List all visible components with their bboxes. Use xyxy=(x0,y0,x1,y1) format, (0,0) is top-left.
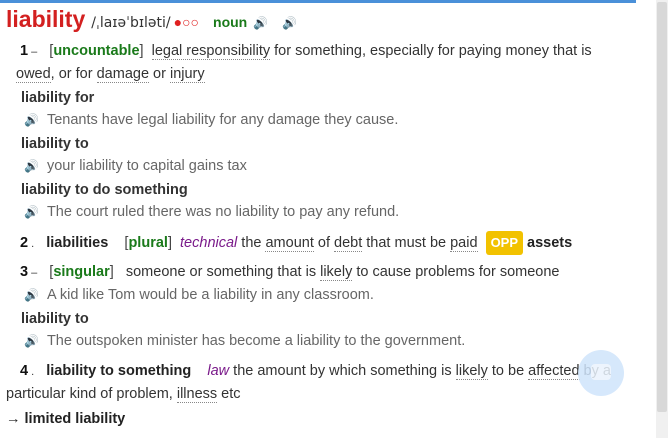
entry-content: liability /ˌlaɪəˈbɪləti/ ●○○ noun 🔊 🔊 1 … xyxy=(6,6,634,427)
scrollbar-thumb[interactable] xyxy=(657,2,667,412)
definition-link[interactable]: owed xyxy=(16,66,51,83)
grammar-label: uncountable xyxy=(53,43,140,59)
sense-4: 4 . liability to something law the amoun… xyxy=(6,360,634,405)
pronunciation: /ˌlaɪəˈbɪləti/ xyxy=(91,15,171,31)
definition-link[interactable]: legal responsibility xyxy=(151,43,271,60)
opposite-word[interactable]: assets xyxy=(527,235,572,251)
top-accent-bar xyxy=(0,0,636,3)
definition-link[interactable]: damage xyxy=(96,66,150,83)
register-label: technical xyxy=(180,235,238,251)
bracket-close: ] xyxy=(139,43,144,59)
pattern-heading: liability to xyxy=(21,136,89,152)
definition-text: the amount by which something is xyxy=(233,363,456,379)
floating-assistant-icon[interactable] xyxy=(578,350,624,396)
definition-link[interactable]: illness xyxy=(176,386,218,403)
sense-number: 3 xyxy=(20,264,29,280)
frequency-dots: ●○○ xyxy=(173,14,200,30)
opposite-badge: OPP xyxy=(485,231,524,255)
register-label: law xyxy=(207,363,230,379)
sense-1: 1 – [uncountable] legal responsibility f… xyxy=(6,40,634,85)
definition-link[interactable]: affected xyxy=(528,363,580,380)
speaker-uk-icon[interactable]: 🔊 xyxy=(253,16,268,30)
sense-separator: – xyxy=(28,267,38,279)
sense-number: 1 xyxy=(20,43,29,59)
example-sentence: 🔊 A kid like Tom would be a liability in … xyxy=(24,284,634,306)
example-speaker-icon[interactable]: 🔊 xyxy=(24,334,39,348)
definition-text: that must be xyxy=(362,235,451,251)
example-text: Tenants have legal liability for any dam… xyxy=(46,112,399,128)
definition-link[interactable]: debt xyxy=(334,235,363,252)
example-sentence: 🔊 Tenants have legal liability for any da… xyxy=(24,109,634,131)
definition-text: someone or something that is xyxy=(125,264,321,280)
example-speaker-icon[interactable]: 🔊 xyxy=(24,205,39,219)
definition-link[interactable]: likely xyxy=(455,363,488,380)
definition-text: to cause problems for someone xyxy=(352,264,560,280)
example-sentence: 🔊 The court ruled there was no liability … xyxy=(24,201,634,223)
sense-2: 2 . liabilities [plural] technical the a… xyxy=(6,231,634,255)
definition-link[interactable]: likely xyxy=(320,264,353,281)
scrollbar-track[interactable] xyxy=(656,0,668,438)
definition-link[interactable]: amount xyxy=(265,235,314,252)
entry-headline: liability /ˌlaɪəˈbɪləti/ ●○○ noun 🔊 🔊 xyxy=(6,6,634,36)
grammar-label: singular xyxy=(53,264,110,280)
sense-3: 3 – [singular] someone or something that… xyxy=(6,261,634,284)
definition-text: to be xyxy=(487,363,529,379)
pattern-heading: liability to xyxy=(21,311,89,327)
see-also-link[interactable]: → limited liability xyxy=(6,411,634,427)
definition-text: , or for xyxy=(50,66,97,82)
example-text: your liability to capital gains tax xyxy=(46,158,247,174)
definition-link[interactable]: paid xyxy=(450,235,478,252)
example-speaker-icon[interactable]: 🔊 xyxy=(24,159,39,173)
sense-separator: . xyxy=(28,238,35,250)
part-of-speech: noun xyxy=(213,14,248,30)
definition-text: of xyxy=(313,235,335,251)
definition-text: or xyxy=(149,66,170,82)
sense-number: 4 xyxy=(20,363,29,379)
bracket-close: ] xyxy=(109,264,114,280)
pattern-heading: liability to do something xyxy=(21,182,188,198)
example-text: The outspoken minister has become a liab… xyxy=(46,333,466,349)
grammar-label: plural xyxy=(128,235,168,251)
example-text: A kid like Tom would be a liability in a… xyxy=(46,287,374,303)
example-speaker-icon[interactable]: 🔊 xyxy=(24,288,39,302)
sense-phrase: liabilities xyxy=(46,235,109,251)
definition-link[interactable]: injury xyxy=(169,66,205,83)
pattern-heading: liability for xyxy=(21,90,95,106)
bracket-close: ] xyxy=(167,235,172,251)
example-sentence: 🔊 your liability to capital gains tax xyxy=(24,155,634,177)
sense-phrase: liability to something xyxy=(46,363,192,379)
speaker-us-icon[interactable]: 🔊 xyxy=(282,16,297,30)
sense-number: 2 xyxy=(20,235,29,251)
definition-text: the xyxy=(241,235,266,251)
example-text: The court ruled there was no liability t… xyxy=(46,204,400,220)
sense-separator: – xyxy=(28,46,38,58)
sense-separator: . xyxy=(28,366,35,378)
definition-text: for something, especially for paying mon… xyxy=(270,43,592,59)
example-speaker-icon[interactable]: 🔊 xyxy=(24,113,39,127)
headword: liability xyxy=(6,6,86,32)
definition-text: etc xyxy=(217,386,241,402)
example-sentence: 🔊 The outspoken minister has become a lia… xyxy=(24,330,634,352)
